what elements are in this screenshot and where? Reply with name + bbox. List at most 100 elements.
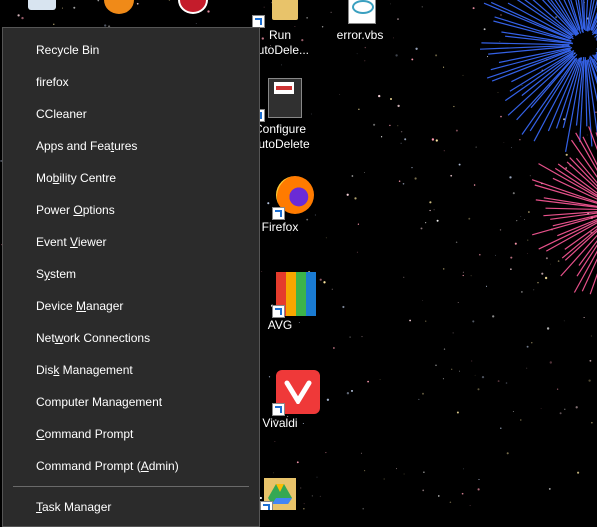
star bbox=[558, 260, 560, 262]
menu-item-command-prompt-admin[interactable]: Command Prompt (Admin) bbox=[3, 451, 259, 481]
star bbox=[434, 209, 435, 210]
star bbox=[595, 112, 596, 113]
star bbox=[528, 211, 530, 213]
star bbox=[304, 503, 305, 504]
star bbox=[537, 282, 539, 284]
menu-item-network-connections[interactable]: Network Connections bbox=[3, 323, 259, 353]
desktop-icon-error-vbs[interactable]: error.vbs bbox=[320, 0, 400, 43]
menu-item-apps-and-features[interactable]: Apps and Features bbox=[3, 131, 259, 161]
star bbox=[510, 268, 512, 270]
star bbox=[378, 95, 380, 97]
star bbox=[411, 58, 413, 60]
star bbox=[513, 192, 515, 194]
menu-item-recycle-bin[interactable]: Recycle Bin bbox=[3, 35, 259, 65]
menu-item-mobility-centre[interactable]: Mobility Centre bbox=[3, 163, 259, 193]
star bbox=[401, 131, 402, 132]
star bbox=[435, 364, 437, 366]
menu-item-label: CCleaner bbox=[36, 107, 87, 121]
star bbox=[530, 175, 531, 176]
vivaldi-icon bbox=[258, 370, 302, 414]
star bbox=[73, 7, 75, 9]
star bbox=[384, 479, 385, 480]
star bbox=[549, 488, 551, 490]
star bbox=[557, 389, 558, 390]
star bbox=[498, 380, 500, 382]
menu-item-system[interactable]: System bbox=[3, 259, 259, 289]
menu-item-label: Disk Management bbox=[36, 363, 133, 377]
star bbox=[533, 290, 534, 291]
recycle-bin-icon[interactable] bbox=[28, 0, 56, 10]
star bbox=[364, 470, 365, 471]
star bbox=[451, 369, 452, 370]
star bbox=[531, 342, 532, 343]
firework-ray bbox=[539, 164, 597, 203]
star bbox=[297, 461, 299, 463]
star bbox=[487, 56, 488, 57]
star bbox=[352, 175, 354, 177]
star bbox=[358, 224, 359, 225]
firefox-icon bbox=[258, 174, 302, 218]
menu-item-command-prompt[interactable]: Command Prompt bbox=[3, 419, 259, 449]
star bbox=[275, 441, 276, 442]
star bbox=[479, 254, 481, 256]
star bbox=[423, 472, 424, 473]
star bbox=[524, 219, 525, 220]
star bbox=[463, 275, 464, 276]
google-drive-folder-icon[interactable] bbox=[258, 472, 298, 510]
star bbox=[550, 361, 552, 363]
star bbox=[397, 105, 399, 107]
star bbox=[354, 197, 356, 199]
menu-item-ccleaner[interactable]: CCleaner bbox=[3, 99, 259, 129]
star bbox=[357, 252, 358, 253]
star bbox=[545, 277, 547, 279]
star bbox=[564, 409, 565, 410]
star bbox=[325, 452, 326, 453]
menu-item-power-options[interactable]: Power Options bbox=[3, 195, 259, 225]
firework-ray bbox=[491, 2, 571, 38]
star bbox=[456, 241, 458, 243]
star bbox=[577, 472, 579, 474]
star bbox=[498, 92, 499, 93]
star bbox=[429, 210, 430, 211]
star bbox=[17, 14, 19, 16]
firework-ray bbox=[481, 43, 569, 45]
menu-item-disk-management[interactable]: Disk Management bbox=[3, 355, 259, 385]
star bbox=[521, 291, 523, 293]
star bbox=[459, 371, 460, 372]
star bbox=[450, 502, 452, 504]
star bbox=[473, 7, 475, 9]
star bbox=[453, 106, 454, 107]
star bbox=[421, 227, 423, 229]
star bbox=[403, 277, 404, 278]
star bbox=[62, 8, 63, 9]
star bbox=[323, 281, 325, 283]
star bbox=[541, 408, 542, 409]
star bbox=[476, 147, 477, 148]
star bbox=[332, 289, 333, 290]
star bbox=[555, 16, 557, 18]
star bbox=[411, 167, 412, 168]
star bbox=[459, 164, 461, 166]
star bbox=[547, 327, 549, 329]
star bbox=[457, 411, 459, 413]
star bbox=[444, 348, 445, 349]
star bbox=[591, 422, 592, 423]
avg-icon bbox=[258, 272, 302, 316]
menu-item-event-viewer[interactable]: Event Viewer bbox=[3, 227, 259, 257]
menu-item-device-manager[interactable]: Device Manager bbox=[3, 291, 259, 321]
menu-item-computer-management[interactable]: Computer Management bbox=[3, 387, 259, 417]
star bbox=[587, 135, 588, 136]
star bbox=[500, 41, 501, 42]
menu-item-firefox[interactable]: firefox bbox=[3, 67, 259, 97]
script-file-icon bbox=[338, 0, 382, 26]
star bbox=[591, 336, 592, 337]
menu-item-task-manager[interactable]: Task Manager bbox=[3, 492, 259, 522]
star bbox=[396, 468, 397, 469]
shortcut-arrow-icon bbox=[272, 207, 285, 220]
star bbox=[169, 0, 170, 1]
star bbox=[365, 47, 366, 48]
star bbox=[560, 412, 562, 414]
star bbox=[546, 257, 548, 259]
star bbox=[422, 300, 423, 301]
star bbox=[300, 488, 301, 489]
